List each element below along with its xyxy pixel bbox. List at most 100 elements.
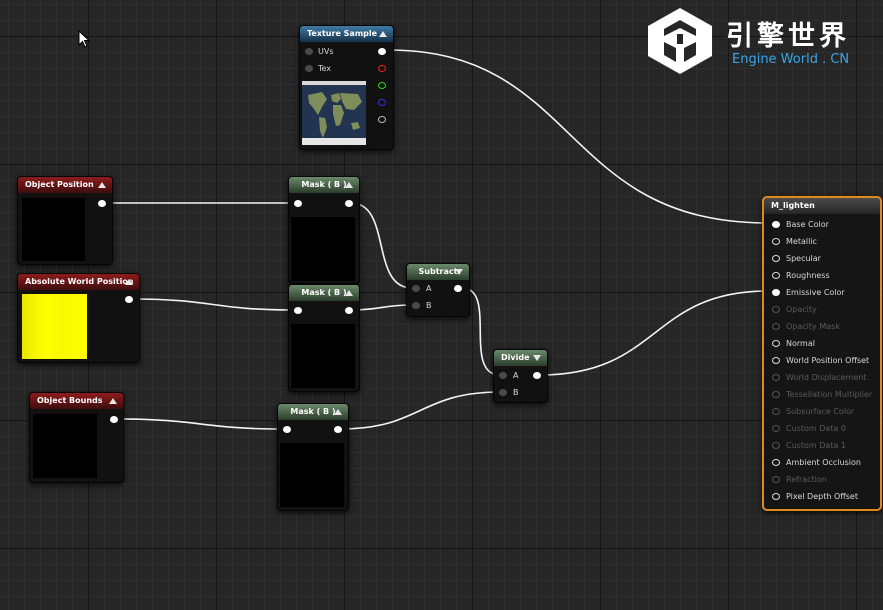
collapse-arrow-icon[interactable] bbox=[345, 182, 353, 188]
node-header[interactable]: Mask ( B ) bbox=[289, 285, 359, 301]
a-output-pin[interactable] bbox=[378, 116, 386, 123]
material-input-pin[interactable] bbox=[772, 289, 780, 296]
collapse-arrow-icon[interactable] bbox=[334, 409, 342, 415]
material-pin-label: Refraction bbox=[786, 475, 827, 484]
material-pin-label: Ambient Occlusion bbox=[786, 458, 861, 467]
mask-preview bbox=[291, 217, 355, 281]
material-input-pin[interactable] bbox=[772, 340, 780, 347]
a-input-pin[interactable] bbox=[412, 285, 420, 292]
mask-b-node-3[interactable]: Mask ( B ) bbox=[277, 403, 349, 511]
material-pin-label: Emissive Color bbox=[786, 288, 845, 297]
a-label: A bbox=[426, 284, 432, 293]
material-pin-label: Opacity Mask bbox=[786, 322, 840, 331]
mask-b-node-2[interactable]: Mask ( B ) bbox=[288, 284, 360, 392]
wire-mask1-to-subtract-a bbox=[350, 202, 413, 289]
material-input-pin[interactable] bbox=[772, 476, 780, 483]
material-input-pin[interactable] bbox=[772, 306, 780, 313]
node-title: Object Bounds bbox=[37, 396, 103, 405]
b-input-pin[interactable] bbox=[499, 389, 507, 396]
object-position-preview bbox=[22, 198, 85, 261]
logo-chinese-text: 引擎世界 bbox=[726, 21, 850, 52]
material-pin-label: Custom Data 0 bbox=[786, 424, 846, 433]
g-output-pin[interactable] bbox=[378, 82, 386, 89]
input-pin[interactable] bbox=[294, 200, 302, 207]
node-header[interactable]: Absolute World Position bbox=[18, 274, 139, 290]
material-input-pin[interactable] bbox=[772, 391, 780, 398]
material-input-pin[interactable] bbox=[772, 357, 780, 364]
material-input-pin[interactable] bbox=[772, 425, 780, 432]
material-input-pin[interactable] bbox=[772, 408, 780, 415]
wire-absworld-to-mask2 bbox=[131, 298, 295, 311]
rgb-output-pin[interactable] bbox=[378, 48, 386, 55]
input-pin[interactable] bbox=[294, 307, 302, 314]
absolute-world-position-preview bbox=[22, 294, 87, 359]
material-input-pin[interactable] bbox=[772, 323, 780, 330]
r-output-pin[interactable] bbox=[378, 65, 386, 72]
expand-arrow-icon[interactable] bbox=[455, 269, 463, 275]
world-map-texture-preview bbox=[302, 81, 366, 145]
logo-emblem-icon bbox=[648, 8, 712, 74]
material-input-pin[interactable] bbox=[772, 238, 780, 245]
tex-label: Tex bbox=[318, 64, 332, 73]
node-title: Mask ( B ) bbox=[301, 180, 347, 189]
node-header[interactable]: Subtract bbox=[407, 264, 469, 280]
material-pin-label: Opacity bbox=[786, 305, 817, 314]
material-pin-label: Custom Data 1 bbox=[786, 441, 846, 450]
uvs-input-pin[interactable] bbox=[305, 48, 313, 55]
node-title: Subtract bbox=[418, 267, 458, 276]
expand-arrow-icon[interactable] bbox=[533, 355, 541, 361]
material-pin-label: Tessellation Multiplier bbox=[786, 390, 873, 399]
input-pin[interactable] bbox=[283, 426, 291, 433]
node-title: M_lighten bbox=[771, 201, 815, 210]
object-position-node[interactable]: Object Position bbox=[17, 176, 113, 265]
output-pin[interactable] bbox=[98, 200, 106, 207]
material-pin-label: Metallic bbox=[786, 237, 817, 246]
node-header[interactable]: Divide bbox=[494, 350, 547, 366]
material-input-pin[interactable] bbox=[772, 255, 780, 262]
node-header[interactable]: Mask ( B ) bbox=[289, 177, 359, 193]
subtract-node[interactable]: Subtract A B bbox=[406, 263, 470, 317]
absolute-world-position-node[interactable]: Absolute World Position bbox=[17, 273, 140, 363]
wire-mask3-to-divide-b bbox=[340, 391, 501, 430]
collapse-arrow-icon[interactable] bbox=[109, 398, 117, 404]
output-pin[interactable] bbox=[454, 285, 462, 292]
output-pin[interactable] bbox=[334, 426, 342, 433]
node-header[interactable]: Object Position bbox=[18, 177, 112, 193]
material-input-pin[interactable] bbox=[772, 459, 780, 466]
collapse-arrow-icon[interactable] bbox=[379, 31, 387, 37]
output-pin[interactable] bbox=[110, 416, 118, 423]
node-header[interactable]: M_lighten bbox=[764, 198, 880, 214]
tex-input-pin[interactable] bbox=[305, 65, 313, 72]
material-pin-label: Subsurface Color bbox=[786, 407, 855, 416]
node-header[interactable]: Texture Sample bbox=[300, 26, 393, 42]
material-pin-label: World Displacement bbox=[786, 373, 867, 382]
node-title: Object Position bbox=[25, 180, 94, 189]
wire-mask2-to-subtract-b bbox=[350, 304, 413, 311]
material-result-node[interactable]: M_lighten Base Color Metallic Specular Roug… bbox=[762, 196, 882, 511]
a-input-pin[interactable] bbox=[499, 372, 507, 379]
output-pin[interactable] bbox=[533, 372, 541, 379]
collapse-arrow-icon[interactable] bbox=[125, 279, 133, 285]
mask-b-node-1[interactable]: Mask ( B ) bbox=[288, 176, 360, 284]
material-input-pin[interactable] bbox=[772, 272, 780, 279]
node-title: Divide bbox=[501, 353, 530, 362]
node-header[interactable]: Object Bounds bbox=[30, 393, 123, 409]
output-pin[interactable] bbox=[345, 307, 353, 314]
material-input-pin[interactable] bbox=[772, 374, 780, 381]
output-pin[interactable] bbox=[125, 296, 133, 303]
output-pin[interactable] bbox=[345, 200, 353, 207]
material-pin-label: Specular bbox=[786, 254, 821, 263]
material-input-pin[interactable] bbox=[772, 442, 780, 449]
node-header[interactable]: Mask ( B ) bbox=[278, 404, 348, 420]
texture-sample-node[interactable]: Texture Sample UVs Tex bbox=[299, 25, 394, 150]
b-output-pin[interactable] bbox=[378, 99, 386, 106]
material-input-pin[interactable] bbox=[772, 493, 780, 500]
b-input-pin[interactable] bbox=[412, 302, 420, 309]
object-bounds-node[interactable]: Object Bounds bbox=[29, 392, 124, 483]
mouse-cursor-icon bbox=[78, 30, 90, 48]
collapse-arrow-icon[interactable] bbox=[98, 182, 106, 188]
collapse-arrow-icon[interactable] bbox=[345, 290, 353, 296]
material-input-pin[interactable] bbox=[772, 221, 780, 228]
node-title: Mask ( B ) bbox=[301, 288, 347, 297]
divide-node[interactable]: Divide A B bbox=[493, 349, 548, 403]
